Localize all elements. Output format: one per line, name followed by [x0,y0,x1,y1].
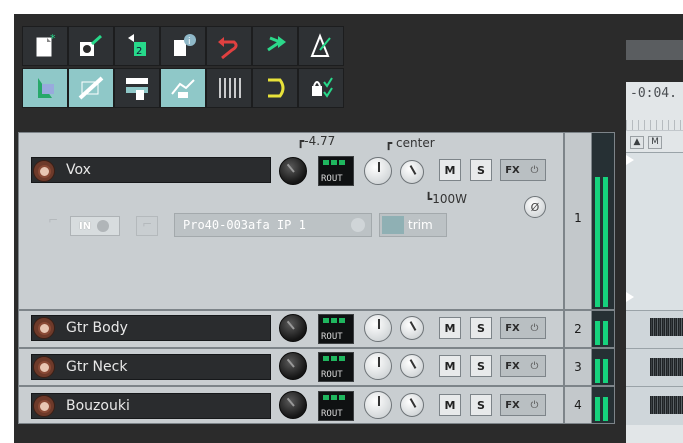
track-meter [591,132,615,310]
mute-button[interactable]: M [439,159,461,181]
volume-knob[interactable] [279,314,307,342]
envelope-follow-icon[interactable] [160,68,206,108]
audio-waveform[interactable] [650,358,683,376]
timeline-time-label: -0:04. [630,86,677,101]
pan-knob[interactable] [364,391,392,419]
redo-icon[interactable] [252,26,298,66]
track-meter [591,386,615,424]
record-arm-button[interactable] [33,317,55,339]
routing-button[interactable]: ROUT [318,352,354,382]
track-number[interactable]: 2 [564,310,592,348]
svg-text:2: 2 [136,46,142,57]
width-knob[interactable] [400,316,424,340]
master-lane-header: ▲ M [630,136,662,149]
mute-button[interactable]: M [439,317,461,339]
track-name[interactable]: Gtr Body [31,315,271,341]
fx-button[interactable]: FX ⏻ [500,355,546,377]
grid-lines-icon[interactable] [206,68,252,108]
track-name[interactable]: Bouzouki [31,393,271,419]
record-arm-button[interactable] [33,395,55,417]
envelope-icon [382,216,404,234]
lane-marker-icon [626,155,634,165]
track-lane-1[interactable] [626,152,683,310]
routing-button[interactable]: ROUT [318,314,354,344]
solo-button[interactable]: S [470,394,492,416]
mute-button[interactable]: M [439,394,461,416]
routing-button[interactable]: ROUT [318,391,354,421]
track-number[interactable]: 1 [564,132,592,310]
record-arm-button[interactable] [33,356,55,378]
undo-icon[interactable] [206,26,252,66]
width-knob[interactable] [400,354,424,378]
lock-icon[interactable]: ▲ [630,136,644,149]
loop-icon[interactable] [252,68,298,108]
ripple-edit-icon[interactable] [68,68,114,108]
track-number[interactable]: 3 [564,348,592,386]
item-snap-icon[interactable] [22,68,68,108]
fx-chain-dropdown[interactable]: Pro40-003afa IP 1 [174,213,372,237]
volume-readout: ┏-4.77 [297,134,336,148]
width-knob[interactable] [400,393,424,417]
track-name[interactable]: Gtr Neck [31,354,271,380]
input-arrow-icon: ⌐ [48,213,59,227]
input-monitor-icon[interactable]: ⌐ [136,216,158,236]
routing-button[interactable]: ROUT [318,156,354,186]
solo-button[interactable]: S [470,355,492,377]
pan-knob[interactable] [364,314,392,342]
lock-settings-icon[interactable] [298,68,344,108]
width-readout: ┗100W [425,192,468,206]
svg-text:i: i [188,37,191,47]
solo-button[interactable]: S [470,159,492,181]
new-project-icon[interactable]: * [22,26,68,66]
pan-knob[interactable] [364,157,392,185]
volume-knob[interactable] [279,391,307,419]
timeline-ticks [626,120,683,131]
input-select[interactable]: IN [70,216,120,236]
trim-envelope-button[interactable]: trim [379,213,447,237]
metronome-icon[interactable] [298,26,344,66]
timeline-header[interactable] [626,40,683,60]
save-project-icon[interactable]: 2 [114,26,160,66]
record-arm-button[interactable] [33,160,55,182]
open-project-icon[interactable] [68,26,114,66]
width-knob[interactable] [400,160,424,184]
mute-button[interactable]: M [439,355,461,377]
project-info-icon[interactable]: i [160,26,206,66]
pan-readout: ┏ center [385,136,435,150]
master-mute-button[interactable]: M [648,136,662,149]
track-name[interactable]: Vox [31,157,271,183]
volume-knob[interactable] [279,352,307,380]
track-number[interactable]: 4 [564,386,592,424]
fx-button[interactable]: FX ⏻ [500,317,546,339]
fx-button[interactable]: FX ⏻ [500,394,546,416]
grid-select-icon[interactable] [114,68,160,108]
track-meter [591,348,615,386]
lane-marker-icon [626,292,634,302]
solo-button[interactable]: S [470,317,492,339]
fx-button[interactable]: FX ⏻ [500,159,546,181]
audio-waveform[interactable] [650,396,683,414]
pan-knob[interactable] [364,352,392,380]
svg-text:*: * [50,32,56,45]
track-meter [591,310,615,348]
phase-invert-button[interactable]: Ø [524,196,546,218]
audio-waveform[interactable] [650,318,683,336]
volume-knob[interactable] [279,157,307,185]
